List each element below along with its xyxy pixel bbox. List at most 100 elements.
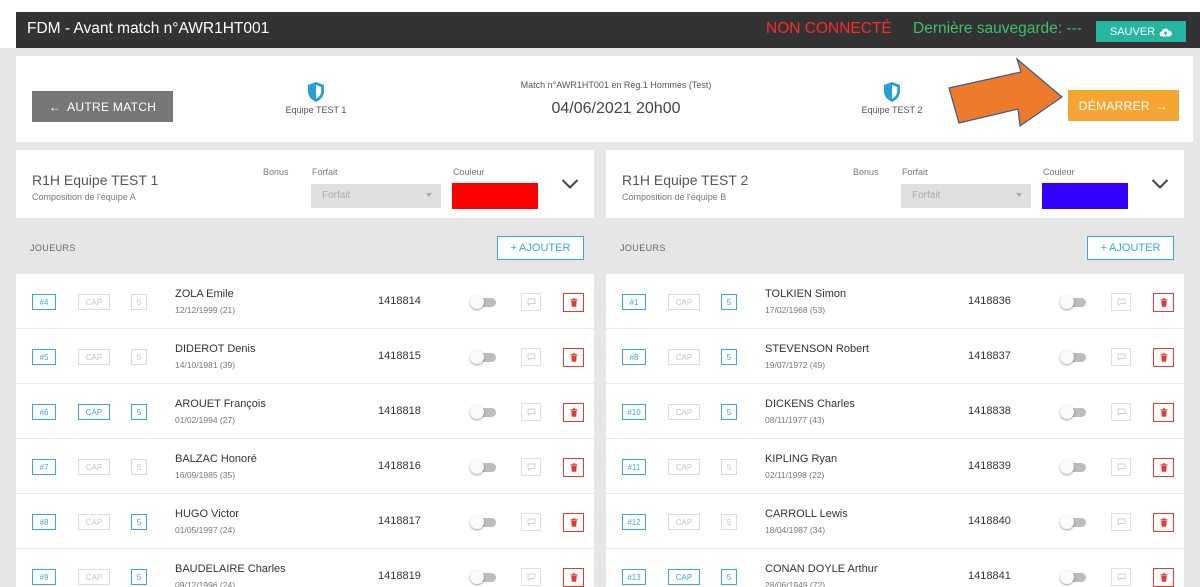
toggle-knob xyxy=(1060,405,1074,419)
save-button[interactable]: SAUVER xyxy=(1096,21,1186,42)
player-number-button[interactable]: #4 xyxy=(32,294,56,310)
five-button[interactable]: 5 xyxy=(721,294,737,310)
five-button[interactable]: 5 xyxy=(721,514,737,530)
player-number-button[interactable]: #8 xyxy=(622,349,646,365)
captain-button[interactable]: CAP xyxy=(668,349,700,365)
comment-button[interactable] xyxy=(1111,568,1131,586)
captain-button[interactable]: CAP xyxy=(668,514,700,530)
player-number-button[interactable]: #11 xyxy=(622,459,646,475)
delete-button[interactable] xyxy=(1153,403,1174,422)
player-toggle[interactable] xyxy=(1060,405,1086,419)
captain-button[interactable]: CAP xyxy=(668,569,700,585)
top-bar: FDM - Avant match n°AWR1HT001 NON CONNEC… xyxy=(16,12,1200,48)
player-number-button[interactable]: #13 xyxy=(622,569,646,585)
forfait-select[interactable]: Forfait xyxy=(901,184,1031,208)
comment-button[interactable] xyxy=(521,348,541,366)
captain-button[interactable]: CAP xyxy=(78,294,110,310)
comment-button[interactable] xyxy=(521,513,541,531)
add-player-button[interactable]: + AJOUTER xyxy=(1087,236,1174,260)
delete-button[interactable] xyxy=(563,348,584,367)
player-row: #8 CAP 5 STEVENSON Robert 19/07/1972 (49… xyxy=(606,329,1184,384)
player-number-button[interactable]: #1 xyxy=(622,294,646,310)
comment-button[interactable] xyxy=(1111,403,1131,421)
trash-icon xyxy=(570,463,577,472)
player-birthdate: 08/11/1977 (43) xyxy=(765,415,825,425)
captain-button[interactable]: CAP xyxy=(78,459,110,475)
forfait-select-value: Forfait xyxy=(912,190,941,201)
player-toggle[interactable] xyxy=(1060,350,1086,364)
comment-button[interactable] xyxy=(521,458,541,476)
comment-button[interactable] xyxy=(1111,458,1131,476)
add-player-button[interactable]: + AJOUTER xyxy=(497,236,584,260)
player-name: DICKENS Charles xyxy=(765,398,855,410)
captain-button[interactable]: CAP xyxy=(78,404,110,420)
five-button[interactable]: 5 xyxy=(721,459,737,475)
panel-composition: Composition de l'équipe B xyxy=(622,192,727,202)
player-number-button[interactable]: #8 xyxy=(32,514,56,530)
player-license: 1418815 xyxy=(378,350,421,362)
player-toggle[interactable] xyxy=(1060,295,1086,309)
five-button[interactable]: 5 xyxy=(131,294,147,310)
delete-button[interactable] xyxy=(1153,513,1174,532)
player-number-button[interactable]: #12 xyxy=(622,514,646,530)
player-number-button[interactable]: #10 xyxy=(622,404,646,420)
delete-button[interactable] xyxy=(563,568,584,587)
comment-button[interactable] xyxy=(1111,348,1131,366)
player-toggle[interactable] xyxy=(470,295,496,309)
delete-button[interactable] xyxy=(563,458,584,477)
player-toggle[interactable] xyxy=(470,350,496,364)
trash-icon xyxy=(1160,353,1167,362)
player-toggle[interactable] xyxy=(470,460,496,474)
comment-button[interactable] xyxy=(521,403,541,421)
chevron-down-icon[interactable] xyxy=(1151,178,1169,190)
five-button[interactable]: 5 xyxy=(131,459,147,475)
captain-button[interactable]: CAP xyxy=(668,459,700,475)
player-toggle[interactable] xyxy=(470,570,496,584)
five-button[interactable]: 5 xyxy=(131,514,147,530)
match-header-card: ← AUTRE MATCH Equipe TEST 1 Match n°AWR1… xyxy=(16,56,1193,142)
delete-button[interactable] xyxy=(1153,458,1174,477)
start-button[interactable]: DÉMARRER → xyxy=(1068,90,1179,121)
delete-button[interactable] xyxy=(1153,568,1174,587)
captain-button[interactable]: CAP xyxy=(668,294,700,310)
captain-button[interactable]: CAP xyxy=(78,514,110,530)
captain-button[interactable]: CAP xyxy=(668,404,700,420)
delete-button[interactable] xyxy=(1153,293,1174,312)
comment-button[interactable] xyxy=(1111,513,1131,531)
player-name: TOLKIEN Simon xyxy=(765,288,847,300)
captain-button[interactable]: CAP xyxy=(78,349,110,365)
player-toggle[interactable] xyxy=(1060,570,1086,584)
delete-button[interactable] xyxy=(563,403,584,422)
comment-icon xyxy=(1117,518,1125,526)
trash-icon xyxy=(1160,408,1167,417)
team-color-swatch[interactable] xyxy=(1042,183,1128,209)
player-toggle[interactable] xyxy=(470,515,496,529)
five-button[interactable]: 5 xyxy=(131,569,147,585)
comment-button[interactable] xyxy=(521,568,541,586)
chevron-down-icon[interactable] xyxy=(561,178,579,190)
toggle-knob xyxy=(1060,515,1074,529)
player-number-button[interactable]: #7 xyxy=(32,459,56,475)
forfait-select[interactable]: Forfait xyxy=(311,184,441,208)
comment-button[interactable] xyxy=(1111,293,1131,311)
player-number-button[interactable]: #5 xyxy=(32,349,56,365)
comment-button[interactable] xyxy=(521,293,541,311)
five-button[interactable]: 5 xyxy=(131,404,147,420)
player-number-button[interactable]: #6 xyxy=(32,404,56,420)
other-match-button[interactable]: ← AUTRE MATCH xyxy=(32,91,173,122)
five-button[interactable]: 5 xyxy=(721,404,737,420)
player-toggle[interactable] xyxy=(1060,460,1086,474)
team-color-swatch[interactable] xyxy=(452,183,538,209)
captain-button[interactable]: CAP xyxy=(78,569,110,585)
player-birthdate: 16/09/1985 (35) xyxy=(175,470,236,480)
five-button[interactable]: 5 xyxy=(721,569,737,585)
player-toggle[interactable] xyxy=(1060,515,1086,529)
five-button[interactable]: 5 xyxy=(721,349,737,365)
delete-button[interactable] xyxy=(563,513,584,532)
players-bar: JOUEURS + AJOUTER xyxy=(606,218,1184,274)
delete-button[interactable] xyxy=(563,293,584,312)
player-number-button[interactable]: #9 xyxy=(32,569,56,585)
delete-button[interactable] xyxy=(1153,348,1174,367)
five-button[interactable]: 5 xyxy=(131,349,147,365)
player-toggle[interactable] xyxy=(470,405,496,419)
